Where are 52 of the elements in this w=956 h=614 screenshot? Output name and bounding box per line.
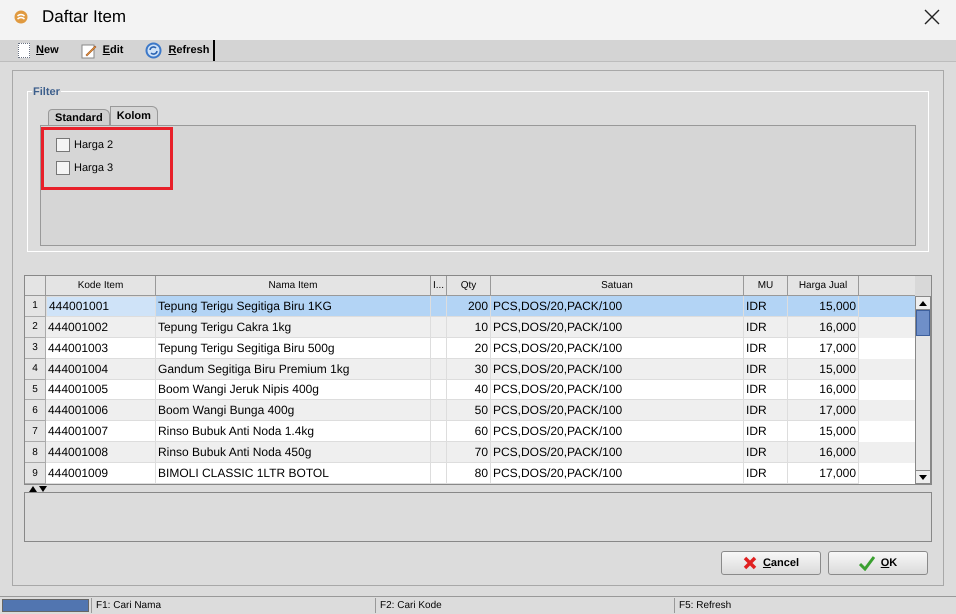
down-arrow-icon: [919, 474, 927, 480]
status-text: F2: Cari Kode: [375, 598, 674, 613]
checkbox[interactable]: [56, 160, 70, 175]
column-header[interactable]: Nama Item: [156, 276, 431, 295]
cross-icon: [742, 556, 757, 570]
table-cell: 80: [447, 463, 491, 484]
row-number: 9: [25, 463, 46, 484]
cancel-button[interactable]: Cancel: [721, 551, 821, 575]
table-cell: 17,000: [788, 463, 859, 484]
check-icon: [858, 555, 875, 571]
column-header[interactable]: Harga Jual: [788, 276, 859, 295]
table-cell: 444001001: [46, 296, 156, 317]
checkbox[interactable]: [56, 138, 70, 152]
refresh-icon: [145, 42, 162, 59]
column-header[interactable]: MU: [744, 276, 788, 295]
row-number: 3: [25, 338, 46, 359]
window-title: Daftar Item: [42, 6, 126, 28]
row-number: 4: [25, 358, 46, 380]
row-number: 6: [25, 400, 46, 422]
scroll-down-button[interactable]: [915, 470, 931, 484]
row-number: 7: [25, 421, 46, 442]
checkbox-label: Harga 3: [74, 160, 114, 176]
checkbox-label: Harga 2: [74, 138, 114, 153]
table-cell: IDR: [744, 463, 788, 484]
status-text: F5: Refresh: [674, 598, 956, 613]
table-cell: PCS,DOS/20,PACK/100: [491, 463, 744, 484]
splitter-arrows-icon: [29, 486, 49, 492]
column-header[interactable]: Qty: [447, 276, 491, 295]
close-button[interactable]: [922, 7, 942, 27]
row-number: 1: [25, 296, 46, 317]
toolbar-button[interactable]: Refresh: [145, 42, 210, 59]
blank-page-icon: [18, 43, 30, 58]
row-number: 8: [25, 442, 46, 464]
pencil-page-icon: [80, 42, 97, 58]
filter-tab[interactable]: Standard: [48, 109, 110, 125]
toolbar-button[interactable]: Edit: [80, 42, 124, 59]
up-arrow-icon: [919, 300, 927, 306]
scrollbar-thumb[interactable]: [916, 310, 930, 336]
app-logo-icon: [14, 10, 28, 24]
filter-tab[interactable]: Kolom: [110, 106, 158, 125]
scroll-up-button[interactable]: [915, 296, 931, 310]
column-header[interactable]: I...: [431, 276, 447, 295]
column-header[interactable]: Kode Item: [46, 276, 156, 295]
table-cell: 444001009: [46, 463, 156, 484]
ok-button[interactable]: OK: [828, 551, 928, 575]
status-text: F1: Cari Nama: [91, 598, 375, 613]
column-header[interactable]: Satuan: [491, 276, 744, 295]
close-icon: [924, 9, 940, 25]
row-number: 5: [25, 380, 46, 400]
table-cell: BIMOLI CLASSIC 1LTR BOTOL: [156, 463, 431, 484]
row-number: 2: [25, 316, 46, 338]
toolbar-button[interactable]: New: [18, 42, 59, 59]
